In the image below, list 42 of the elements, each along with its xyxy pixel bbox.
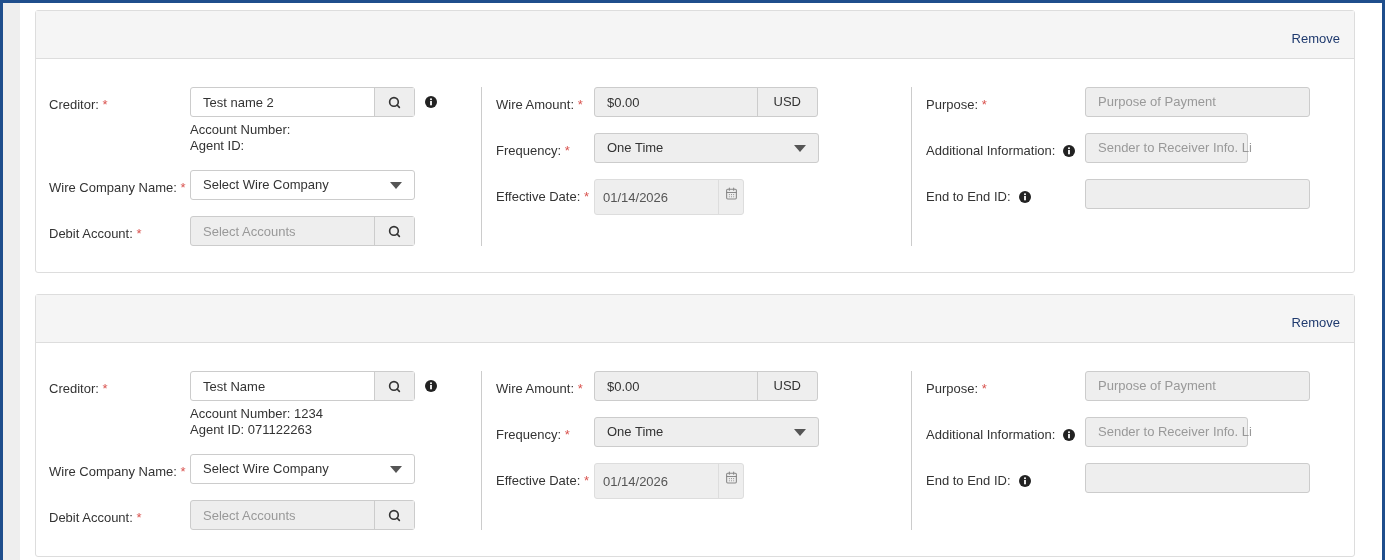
info-icon[interactable] [425,380,437,392]
field-label: Debit Account: * [49,225,142,243]
caret-icon [390,181,402,189]
creditor-detail: Agent ID: [190,138,246,154]
field-label: Additional Information: [926,426,1056,444]
field-label: Effective Date: * [496,188,589,206]
select-dropdown[interactable]: Select Wire Company [190,454,415,484]
remove-link[interactable]: Remove [1291,312,1340,332]
caret-icon [390,465,402,473]
caret-icon [794,428,806,436]
remove-link[interactable]: Remove [1291,28,1340,48]
field-label: Creditor: * [49,96,108,114]
field-label: Debit Account: * [49,509,142,527]
search-icon [388,508,401,522]
field-label: Wire Amount: * [496,96,583,114]
field-label: Frequency: * [496,426,570,444]
creditor-detail: Account Number: 1234 [190,406,324,422]
info-icon[interactable] [425,96,437,108]
search-button[interactable] [374,372,414,400]
lookup-field[interactable]: Test name 2 [190,87,415,117]
lookup-field[interactable]: Test Name [190,371,415,401]
select-dropdown[interactable]: Select Wire Company [190,170,415,200]
field-label: End to End ID: [926,188,1011,206]
field-label: Wire Amount: * [496,380,583,398]
field-label: Frequency: * [496,142,570,160]
field-label: Purpose: * [926,96,987,114]
field-label: End to End ID: [926,472,1011,490]
field-label: Effective Date: * [496,472,589,490]
currency-addon: USD [756,372,817,400]
creditor-detail: Account Number: [190,122,292,138]
caret-icon [794,144,806,152]
creditor-detail: Agent ID: 071122263 [190,422,313,438]
field-label: Wire Company Name: * [49,179,186,197]
search-icon [388,224,401,238]
search-button[interactable] [374,88,414,116]
field-label: Additional Information: [926,142,1056,160]
search-icon [388,95,401,109]
field-label: Creditor: * [49,380,108,398]
field-label: Purpose: * [926,380,987,398]
search-icon [388,379,401,393]
currency-addon: USD [756,88,817,116]
field-label: Wire Company Name: * [49,463,186,481]
